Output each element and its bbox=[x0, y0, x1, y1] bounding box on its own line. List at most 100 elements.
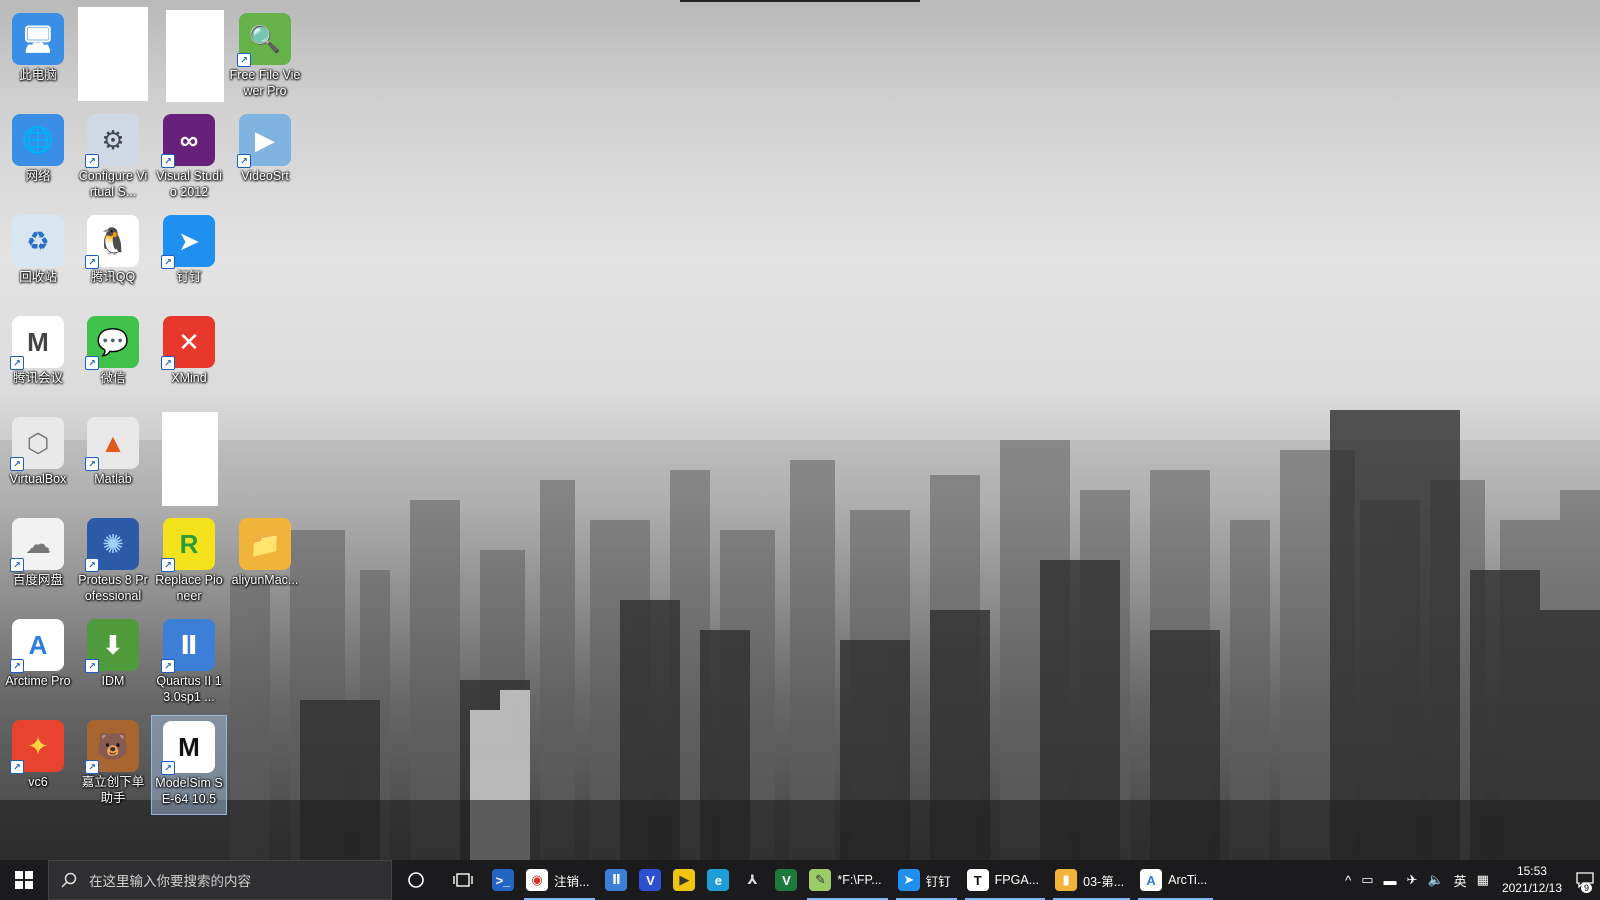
configure-virtual-icon: ⚙ ↗ bbox=[85, 114, 139, 168]
taskbar-app-explorer[interactable]: ▮ 03-第... bbox=[1049, 860, 1134, 900]
desktop-icon-arctime-pro[interactable]: A ↗ Arctime Pro bbox=[0, 614, 76, 714]
desktop-icon-label: 此电脑 bbox=[19, 68, 57, 82]
tencent-qq-icon: 🐧 ↗ bbox=[85, 215, 139, 269]
shortcut-arrow-icon: ↗ bbox=[161, 659, 175, 673]
taskbar-app-powershell[interactable]: >_ bbox=[486, 860, 520, 900]
desktop-icon-this-pc[interactable]: 🖥 此电脑 bbox=[0, 8, 76, 108]
taskbar-app-potplayer[interactable]: ▶ bbox=[667, 860, 701, 900]
chrome-icon: ◉ bbox=[526, 869, 548, 891]
desktop-icon-wechat[interactable]: 💬 ↗ 微信 bbox=[75, 311, 151, 411]
cortana-circle-icon bbox=[408, 872, 424, 888]
desktop-icon-matlab[interactable]: ▲ ↗ Matlab bbox=[75, 412, 151, 512]
start-button[interactable] bbox=[0, 860, 48, 900]
desktop-icon-idm[interactable]: ⬇ ↗ IDM bbox=[75, 614, 151, 714]
taskbar-search-box[interactable]: 在这里输入你要搜索的内容 bbox=[48, 860, 392, 900]
tray-icon-device[interactable]: ▭ bbox=[1361, 872, 1373, 888]
shortcut-arrow-icon: ↗ bbox=[10, 760, 24, 774]
search-placeholder: 在这里输入你要搜索的内容 bbox=[89, 874, 251, 889]
edge-icon: e bbox=[707, 869, 730, 891]
desktop-icon-label: Visual Studio 2012 bbox=[156, 169, 222, 199]
desktop-icon-virtualbox[interactable]: ⬡ ↗ VirtualBox bbox=[0, 412, 76, 512]
taskbar-app-title: ArcTi... bbox=[1168, 873, 1208, 887]
tencent-meeting-icon: M ↗ bbox=[10, 316, 64, 370]
blank-icon-placeholder[interactable] bbox=[78, 7, 148, 101]
wechat-icon: 💬 ↗ bbox=[85, 316, 139, 370]
baidu-netdisk-icon: ☁ ↗ bbox=[10, 518, 64, 572]
taskbar-app-dingtalk-task[interactable]: ➤ 钉钉 bbox=[892, 860, 961, 900]
notepad-pp-icon: ✎ bbox=[809, 869, 832, 891]
shortcut-arrow-icon: ↗ bbox=[10, 356, 24, 370]
desktop-icon-quartus[interactable]: Ⅱ ↗ Quartus II 13.0sp1 ... bbox=[151, 614, 227, 714]
modelsim-icon: M ↗ bbox=[161, 721, 215, 775]
shortcut-arrow-icon: ↗ bbox=[85, 457, 99, 471]
desktop-icon-jlc-helper[interactable]: 🐻 ↗ 嘉立创下单助手 bbox=[75, 715, 151, 815]
desktop-icon-label: aliyunMac... bbox=[231, 573, 299, 587]
taskbar-app-vivado[interactable]: V bbox=[633, 860, 667, 900]
taskbar-app-typora[interactable]: T FPGA... bbox=[961, 860, 1049, 900]
desktop-icon-videosrt[interactable]: ▶ ↗ VideoSrt bbox=[227, 109, 303, 209]
shortcut-arrow-icon: ↗ bbox=[237, 154, 251, 168]
desktop-icon-label: 腾讯QQ bbox=[90, 270, 136, 284]
shortcut-arrow-icon: ↗ bbox=[237, 53, 251, 67]
tray-icon-volume[interactable]: 🔈 bbox=[1427, 872, 1443, 888]
desktop-icon-label: 网络 bbox=[25, 169, 51, 183]
taskbar-app-arctime-task[interactable]: A ArcTi... bbox=[1134, 860, 1217, 900]
aliyun-mac-icon: 📁 bbox=[239, 518, 291, 570]
taskbar-app-excel-v[interactable]: V bbox=[769, 860, 803, 900]
desktop-icon-recycle-bin[interactable]: ♻ 回收站 bbox=[0, 210, 76, 310]
desktop-icon-tencent-qq[interactable]: 🐧 ↗ 腾讯QQ bbox=[75, 210, 151, 310]
tray-icon-airplane[interactable]: ✈ bbox=[1407, 872, 1418, 888]
desktop-icon-dingtalk[interactable]: ➤ ↗ 钉钉 bbox=[151, 210, 227, 310]
desktop-icon-aliyun-mac[interactable]: 📁 aliyunMac... bbox=[227, 513, 303, 613]
desktop-icon-tencent-meeting[interactable]: M ↗ 腾讯会议 bbox=[0, 311, 76, 411]
shortcut-arrow-icon: ↗ bbox=[161, 761, 175, 775]
taskbar-app-quartus-task[interactable]: Ⅱ bbox=[599, 860, 633, 900]
desktop-icon-xmind[interactable]: ✕ ↗ XMind bbox=[151, 311, 227, 411]
desktop-icon-label: 腾讯会议 bbox=[12, 371, 63, 385]
desktop-icon-free-file-viewer[interactable]: 🔍 ↗ Free File Viewer Pro bbox=[227, 8, 303, 108]
cortana-button[interactable] bbox=[392, 860, 440, 900]
blank-icon-placeholder[interactable] bbox=[162, 412, 218, 506]
notification-center-button[interactable]: 9 bbox=[1570, 860, 1600, 900]
desktop-icon-label: Arctime Pro bbox=[5, 674, 71, 688]
shortcut-arrow-icon: ↗ bbox=[85, 154, 99, 168]
taskbar-app-edge[interactable]: e bbox=[701, 860, 735, 900]
taskbar-app-title: FPGA... bbox=[994, 873, 1040, 887]
ime-language-indicator[interactable]: 英 bbox=[1454, 871, 1467, 890]
taskbar-app-notepad-pp[interactable]: ✎ *F:\FP... bbox=[803, 860, 891, 900]
shortcut-arrow-icon: ↗ bbox=[161, 356, 175, 370]
taskbar-app-title: 注销... bbox=[554, 874, 590, 889]
tray-icon-battery[interactable]: ▬ bbox=[1384, 873, 1397, 888]
desktop-icon-replace-pioneer[interactable]: R ↗ Replace Pioneer bbox=[151, 513, 227, 613]
tray-chevron-icon[interactable]: ^ bbox=[1345, 873, 1351, 888]
taskbar-app-title: 钉钉 bbox=[925, 874, 951, 889]
vc6-icon: ✦ ↗ bbox=[10, 720, 64, 774]
shortcut-arrow-icon: ↗ bbox=[161, 154, 175, 168]
this-pc-icon: 🖥 bbox=[12, 13, 64, 65]
desktop-icon-label: Proteus 8 Professional bbox=[78, 573, 148, 603]
desktop-icon-vc6[interactable]: ✦ ↗ vc6 bbox=[0, 715, 76, 815]
desktop-icon-visual-studio[interactable]: ∞ ↗ Visual Studio 2012 bbox=[151, 109, 227, 209]
desktop-icon-modelsim[interactable]: M ↗ ModelSim SE-64 10.5 bbox=[151, 715, 227, 815]
desktop-icon-proteus[interactable]: ✺ ↗ Proteus 8 Professional bbox=[75, 513, 151, 613]
proteus-icon: ✺ ↗ bbox=[85, 518, 139, 572]
desktop-icon-network[interactable]: 🌐 网络 bbox=[0, 109, 76, 209]
recycle-bin-icon: ♻ bbox=[12, 215, 64, 267]
task-view-button[interactable] bbox=[440, 860, 486, 900]
dingtalk-icon: ➤ ↗ bbox=[161, 215, 215, 269]
shortcut-arrow-icon: ↗ bbox=[161, 255, 175, 269]
explorer-icon: ▮ bbox=[1055, 869, 1078, 891]
shortcut-arrow-icon: ↗ bbox=[85, 558, 99, 572]
shortcut-arrow-icon: ↗ bbox=[85, 356, 99, 370]
vivado-icon: V bbox=[639, 869, 662, 891]
excel-v-icon: V bbox=[775, 869, 798, 891]
desktop-icon-label: Free File Viewer Pro bbox=[229, 68, 301, 98]
clock[interactable]: 15:53 2021/12/13 bbox=[1502, 863, 1562, 897]
desktop-icon-configure-virtual[interactable]: ⚙ ↗ Configure Virtual S... bbox=[75, 109, 151, 209]
ime-grid-icon[interactable]: ▦ bbox=[1477, 872, 1489, 888]
quartus-task-icon: Ⅱ bbox=[605, 869, 628, 891]
taskbar-app-acrobat[interactable]: ⅄ bbox=[735, 860, 769, 900]
desktop-icon-baidu-netdisk[interactable]: ☁ ↗ 百度网盘 bbox=[0, 513, 76, 613]
taskbar-app-chrome[interactable]: ◉ 注销... bbox=[520, 860, 599, 900]
blank-icon-placeholder[interactable] bbox=[166, 10, 224, 102]
